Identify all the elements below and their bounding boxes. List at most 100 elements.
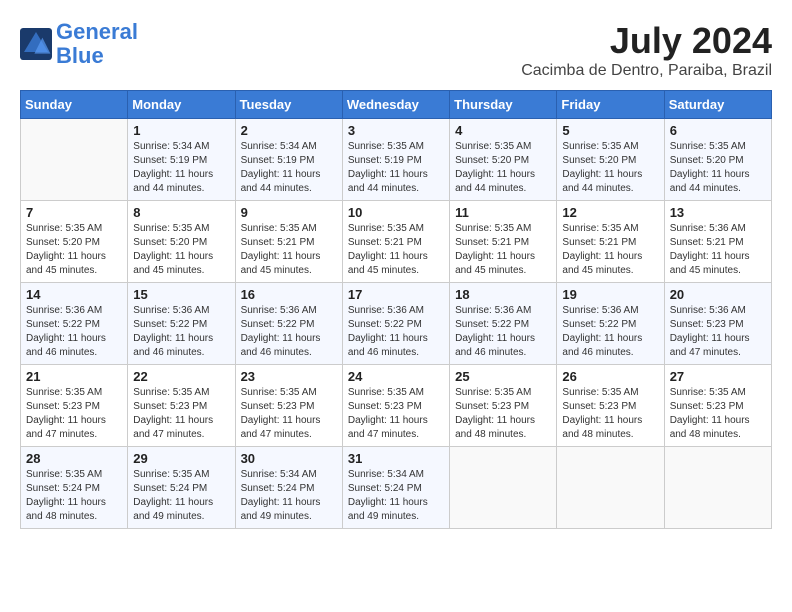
day-number: 16 <box>241 287 337 302</box>
day-info: Sunrise: 5:35 AM Sunset: 5:20 PM Dayligh… <box>562 140 658 196</box>
day-info: Sunrise: 5:35 AM Sunset: 5:20 PM Dayligh… <box>455 140 551 196</box>
day-number: 6 <box>670 123 766 138</box>
day-number: 21 <box>26 369 122 384</box>
day-number: 24 <box>348 369 444 384</box>
day-number: 4 <box>455 123 551 138</box>
calendar-cell <box>21 119 128 201</box>
month-year: July 2024 <box>521 20 772 62</box>
calendar-cell: 6 Sunrise: 5:35 AM Sunset: 5:20 PM Daylig… <box>664 119 771 201</box>
calendar-cell: 3 Sunrise: 5:35 AM Sunset: 5:19 PM Daylig… <box>342 119 449 201</box>
day-info: Sunrise: 5:35 AM Sunset: 5:23 PM Dayligh… <box>455 386 551 442</box>
calendar-cell: 11 Sunrise: 5:35 AM Sunset: 5:21 PM Dayli… <box>450 201 557 283</box>
day-info: Sunrise: 5:35 AM Sunset: 5:23 PM Dayligh… <box>562 386 658 442</box>
day-info: Sunrise: 5:36 AM Sunset: 5:23 PM Dayligh… <box>670 304 766 360</box>
calendar-cell: 31Sunrise: 5:34 AM Sunset: 5:24 PM Dayli… <box>342 447 449 529</box>
col-header-thursday: Thursday <box>450 91 557 119</box>
day-info: Sunrise: 5:35 AM Sunset: 5:20 PM Dayligh… <box>133 222 229 278</box>
calendar-cell: 1 Sunrise: 5:34 AM Sunset: 5:19 PM Daylig… <box>128 119 235 201</box>
col-header-monday: Monday <box>128 91 235 119</box>
calendar-cell: 12 Sunrise: 5:35 AM Sunset: 5:21 PM Dayli… <box>557 201 664 283</box>
day-number: 14 <box>26 287 122 302</box>
day-info: Sunrise: 5:35 AM Sunset: 5:23 PM Dayligh… <box>26 386 122 442</box>
calendar-cell: 14 Sunrise: 5:36 AM Sunset: 5:22 PM Dayli… <box>21 283 128 365</box>
calendar-cell <box>664 447 771 529</box>
day-number: 3 <box>348 123 444 138</box>
day-info: Sunrise: 5:35 AM Sunset: 5:21 PM Dayligh… <box>562 222 658 278</box>
calendar-cell <box>557 447 664 529</box>
day-number: 17 <box>348 287 444 302</box>
day-info: Sunrise: 5:36 AM Sunset: 5:22 PM Dayligh… <box>133 304 229 360</box>
calendar-cell: 19 Sunrise: 5:36 AM Sunset: 5:22 PM Dayli… <box>557 283 664 365</box>
day-info: Sunrise: 5:35 AM Sunset: 5:23 PM Dayligh… <box>670 386 766 442</box>
day-number: 13 <box>670 205 766 220</box>
calendar-cell: 27 Sunrise: 5:35 AM Sunset: 5:23 PM Dayli… <box>664 365 771 447</box>
day-number: 19 <box>562 287 658 302</box>
calendar-cell: 28 Sunrise: 5:35 AM Sunset: 5:24 PM Dayli… <box>21 447 128 529</box>
day-info: Sunrise: 5:34 AM Sunset: 5:19 PM Dayligh… <box>133 140 229 196</box>
day-info: Sunrise: 5:35 AM Sunset: 5:20 PM Dayligh… <box>670 140 766 196</box>
week-row-2: 7Sunrise: 5:35 AM Sunset: 5:20 PM Daylig… <box>21 201 772 283</box>
logo-icon <box>20 28 52 60</box>
day-info: Sunrise: 5:35 AM Sunset: 5:23 PM Dayligh… <box>348 386 444 442</box>
calendar-cell: 7Sunrise: 5:35 AM Sunset: 5:20 PM Daylig… <box>21 201 128 283</box>
calendar-cell: 26 Sunrise: 5:35 AM Sunset: 5:23 PM Dayli… <box>557 365 664 447</box>
day-info: Sunrise: 5:35 AM Sunset: 5:24 PM Dayligh… <box>133 468 229 524</box>
day-info: Sunrise: 5:36 AM Sunset: 5:22 PM Dayligh… <box>26 304 122 360</box>
day-info: Sunrise: 5:36 AM Sunset: 5:22 PM Dayligh… <box>562 304 658 360</box>
calendar-cell: 18 Sunrise: 5:36 AM Sunset: 5:22 PM Dayli… <box>450 283 557 365</box>
week-row-4: 21 Sunrise: 5:35 AM Sunset: 5:23 PM Dayli… <box>21 365 772 447</box>
week-row-1: 1 Sunrise: 5:34 AM Sunset: 5:19 PM Daylig… <box>21 119 772 201</box>
col-header-sunday: Sunday <box>21 91 128 119</box>
day-info: Sunrise: 5:35 AM Sunset: 5:23 PM Dayligh… <box>241 386 337 442</box>
calendar-cell: 25 Sunrise: 5:35 AM Sunset: 5:23 PM Dayli… <box>450 365 557 447</box>
week-row-3: 14 Sunrise: 5:36 AM Sunset: 5:22 PM Dayli… <box>21 283 772 365</box>
day-number: 11 <box>455 205 551 220</box>
calendar-cell: 13 Sunrise: 5:36 AM Sunset: 5:21 PM Dayli… <box>664 201 771 283</box>
calendar-cell: 22Sunrise: 5:35 AM Sunset: 5:23 PM Dayli… <box>128 365 235 447</box>
day-number: 5 <box>562 123 658 138</box>
calendar-cell: 29Sunrise: 5:35 AM Sunset: 5:24 PM Dayli… <box>128 447 235 529</box>
calendar-cell: 10 Sunrise: 5:35 AM Sunset: 5:21 PM Dayli… <box>342 201 449 283</box>
day-number: 2 <box>241 123 337 138</box>
day-info: Sunrise: 5:35 AM Sunset: 5:21 PM Dayligh… <box>455 222 551 278</box>
day-number: 1 <box>133 123 229 138</box>
calendar-cell: 5 Sunrise: 5:35 AM Sunset: 5:20 PM Daylig… <box>557 119 664 201</box>
day-number: 28 <box>26 451 122 466</box>
day-info: Sunrise: 5:35 AM Sunset: 5:21 PM Dayligh… <box>241 222 337 278</box>
header-row: SundayMondayTuesdayWednesdayThursdayFrid… <box>21 91 772 119</box>
calendar-cell: 21 Sunrise: 5:35 AM Sunset: 5:23 PM Dayli… <box>21 365 128 447</box>
col-header-wednesday: Wednesday <box>342 91 449 119</box>
day-number: 31 <box>348 451 444 466</box>
week-row-5: 28 Sunrise: 5:35 AM Sunset: 5:24 PM Dayli… <box>21 447 772 529</box>
day-number: 10 <box>348 205 444 220</box>
day-number: 18 <box>455 287 551 302</box>
title-block: July 2024 Cacimba de Dentro, Paraiba, Br… <box>521 20 772 80</box>
calendar-cell: 30Sunrise: 5:34 AM Sunset: 5:24 PM Dayli… <box>235 447 342 529</box>
day-info: Sunrise: 5:36 AM Sunset: 5:22 PM Dayligh… <box>348 304 444 360</box>
day-number: 27 <box>670 369 766 384</box>
day-info: Sunrise: 5:36 AM Sunset: 5:22 PM Dayligh… <box>455 304 551 360</box>
day-info: Sunrise: 5:35 AM Sunset: 5:19 PM Dayligh… <box>348 140 444 196</box>
page-header: GeneralBlue July 2024 Cacimba de Dentro,… <box>20 20 772 80</box>
calendar-cell: 20 Sunrise: 5:36 AM Sunset: 5:23 PM Dayli… <box>664 283 771 365</box>
day-number: 22 <box>133 369 229 384</box>
calendar-cell: 9Sunrise: 5:35 AM Sunset: 5:21 PM Daylig… <box>235 201 342 283</box>
calendar-cell: 2Sunrise: 5:34 AM Sunset: 5:19 PM Daylig… <box>235 119 342 201</box>
location: Cacimba de Dentro, Paraiba, Brazil <box>521 62 772 80</box>
calendar-table: SundayMondayTuesdayWednesdayThursdayFrid… <box>20 90 772 529</box>
calendar-cell: 23Sunrise: 5:35 AM Sunset: 5:23 PM Dayli… <box>235 365 342 447</box>
day-number: 12 <box>562 205 658 220</box>
day-number: 25 <box>455 369 551 384</box>
day-info: Sunrise: 5:35 AM Sunset: 5:20 PM Dayligh… <box>26 222 122 278</box>
day-number: 26 <box>562 369 658 384</box>
day-info: Sunrise: 5:35 AM Sunset: 5:21 PM Dayligh… <box>348 222 444 278</box>
day-info: Sunrise: 5:36 AM Sunset: 5:21 PM Dayligh… <box>670 222 766 278</box>
logo-text: GeneralBlue <box>56 20 138 68</box>
calendar-cell: 4 Sunrise: 5:35 AM Sunset: 5:20 PM Daylig… <box>450 119 557 201</box>
day-number: 20 <box>670 287 766 302</box>
col-header-tuesday: Tuesday <box>235 91 342 119</box>
day-info: Sunrise: 5:35 AM Sunset: 5:24 PM Dayligh… <box>26 468 122 524</box>
logo: GeneralBlue <box>20 20 138 68</box>
calendar-cell: 24 Sunrise: 5:35 AM Sunset: 5:23 PM Dayli… <box>342 365 449 447</box>
calendar-cell: 17 Sunrise: 5:36 AM Sunset: 5:22 PM Dayli… <box>342 283 449 365</box>
